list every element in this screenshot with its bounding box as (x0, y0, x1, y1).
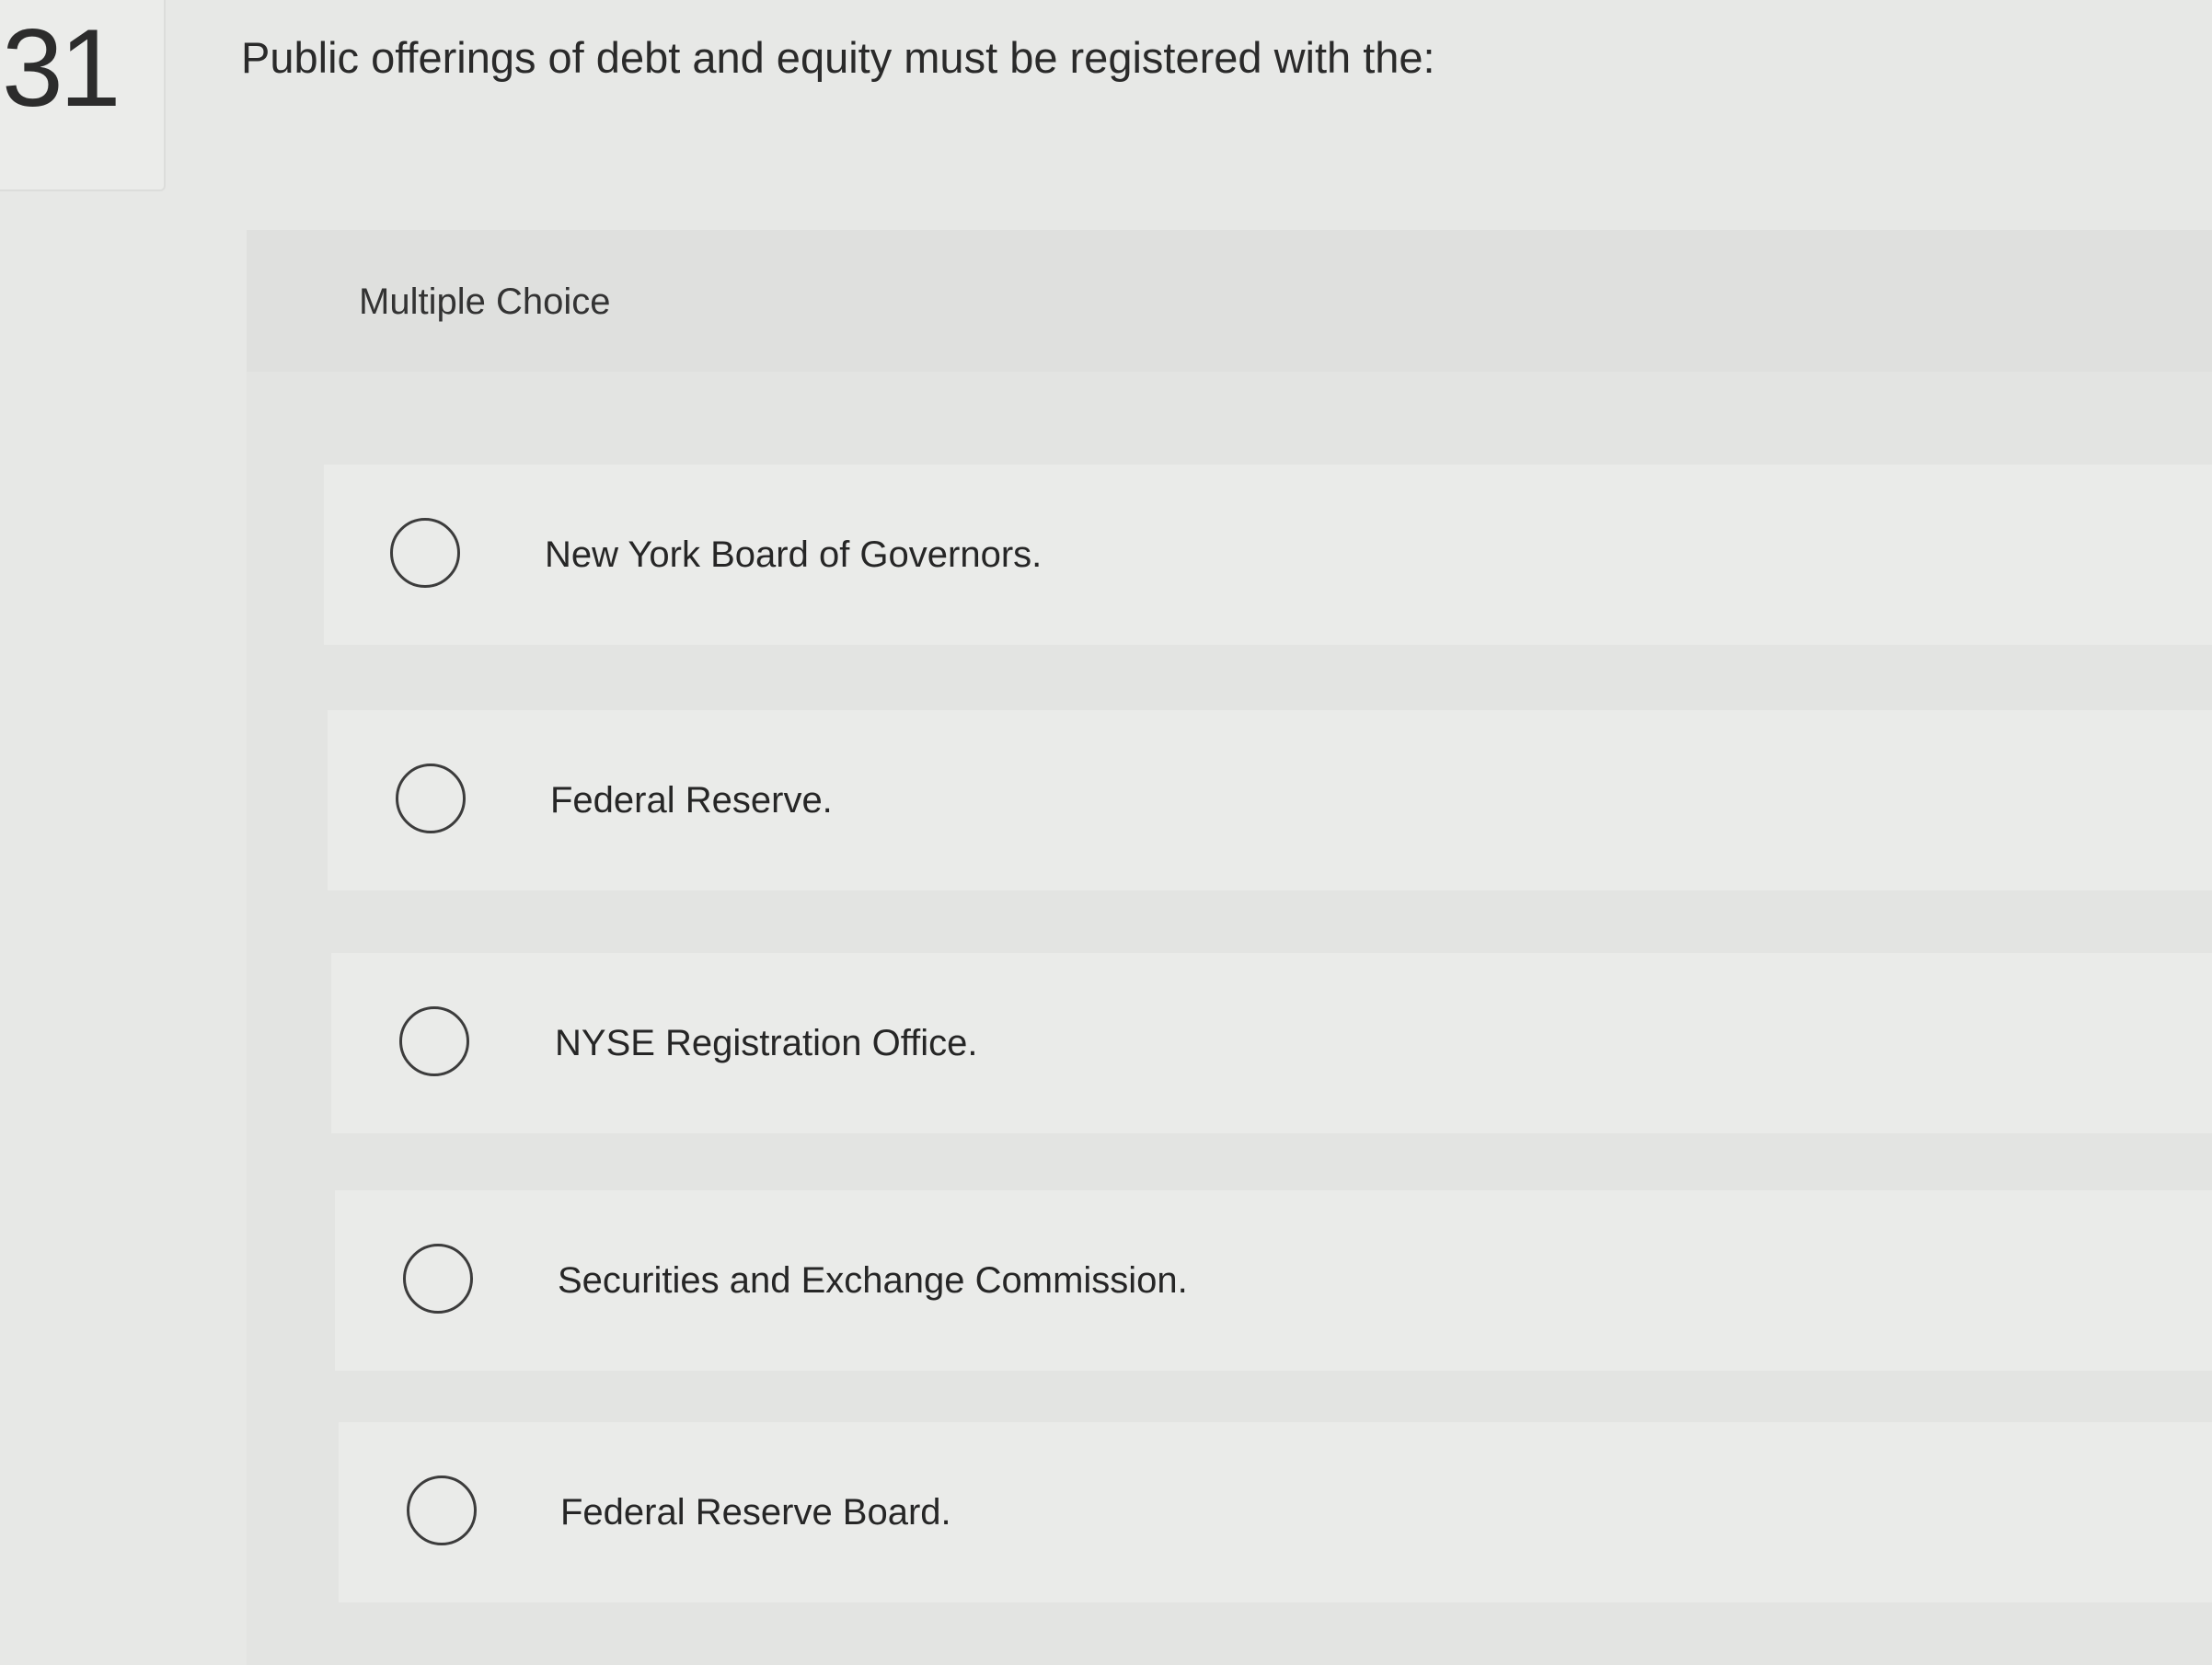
answer-option-label: Securities and Exchange Commission. (558, 1260, 1188, 1301)
answer-option-label: NYSE Registration Office. (555, 1023, 978, 1063)
radio-button[interactable] (403, 1244, 473, 1314)
radio-button[interactable] (396, 764, 466, 833)
radio-button[interactable] (407, 1476, 477, 1545)
answer-option-1[interactable]: New York Board of Governors. (324, 465, 2212, 645)
answer-option-2[interactable]: Federal Reserve. (328, 710, 2212, 890)
answer-option-3[interactable]: NYSE Registration Office. (331, 953, 2212, 1133)
question-text: Public offerings of debt and equity must… (241, 33, 1435, 82)
answer-option-label: Federal Reserve. (550, 780, 833, 821)
answer-option-5[interactable]: Federal Reserve Board. (339, 1422, 2212, 1602)
answer-option-label: Federal Reserve Board. (560, 1492, 951, 1533)
panel-header: Multiple Choice (247, 230, 2212, 372)
panel-title: Multiple Choice (359, 281, 611, 322)
answer-option-label: New York Board of Governors. (545, 534, 1043, 575)
radio-button[interactable] (390, 518, 460, 588)
radio-button[interactable] (399, 1006, 469, 1076)
answer-option-4[interactable]: Securities and Exchange Commission. (335, 1190, 2212, 1371)
question-number: 31 (2, 6, 121, 130)
question-number-box: 31 (0, 0, 166, 191)
